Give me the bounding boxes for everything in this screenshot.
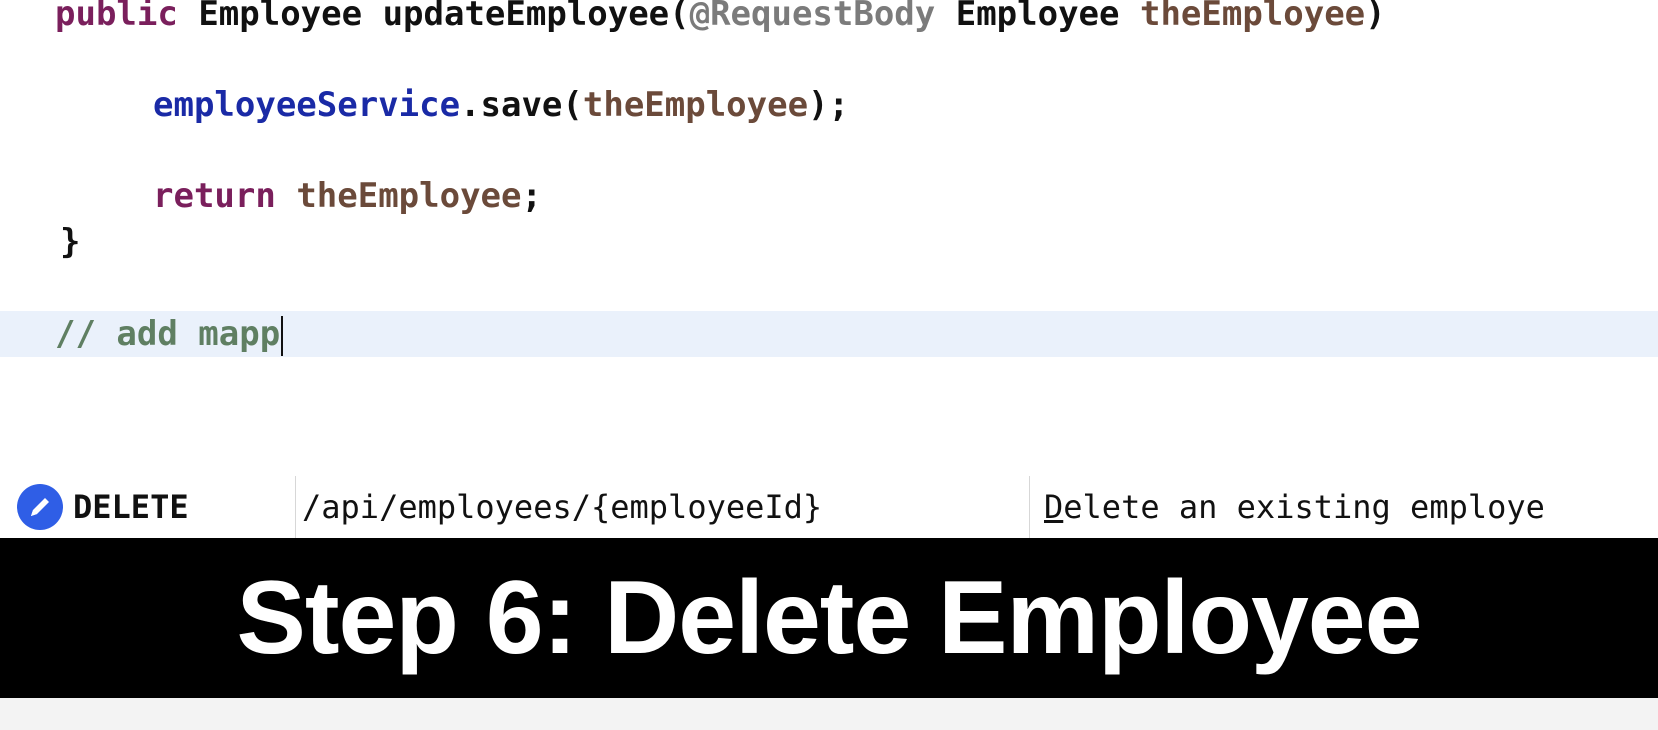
code-line-method-signature: public Employee updateEmployee(@RequestB… [0, 0, 1658, 37]
code-line-return: return theEmployee; [0, 173, 1658, 219]
field-employee-service: employeeService [153, 85, 461, 125]
column-divider [295, 476, 296, 538]
save-arg: theEmployee [582, 85, 809, 125]
keyword-public: public [55, 0, 178, 34]
annotation: @RequestBody [689, 0, 936, 34]
text-caret [281, 315, 284, 356]
code-line-save-call: employeeService.save(theEmployee); [0, 82, 1658, 128]
column-divider [1029, 476, 1030, 538]
http-method: DELETE [73, 488, 189, 526]
endpoint-path: /api/employees/{employeeId} [302, 488, 823, 526]
return-var: theEmployee [296, 176, 522, 216]
save-call: .save( [460, 85, 583, 125]
code-editor[interactable]: public Employee updateEmployee(@RequestB… [0, 0, 1658, 730]
closing-brace: } [60, 222, 81, 262]
code-line-close-brace: } [0, 219, 1658, 265]
statement-end: ); [808, 85, 849, 125]
close-paren: ) [1365, 0, 1386, 34]
caption-banner: Step 6: Delete Employee [0, 538, 1658, 698]
description-mnemonic: D [1044, 488, 1064, 526]
completion-proposal-row[interactable]: DELETE /api/employees/{employeeId} Delet… [0, 476, 1658, 538]
return-type: Employee [198, 0, 363, 34]
statement-end: ; [521, 176, 542, 216]
keyword-return: return [153, 176, 276, 216]
method-name: updateEmployee( [382, 0, 690, 34]
code-line-current[interactable]: // add mapp [0, 311, 1658, 357]
pencil-icon [17, 484, 63, 530]
param-name: theEmployee [1139, 0, 1366, 34]
endpoint-description: Delete an existing employe [1044, 476, 1545, 538]
comment-text: // add mapp [55, 314, 281, 354]
bottom-strip [0, 698, 1658, 730]
param-type: Employee [955, 0, 1120, 34]
caption-text: Step 6: Delete Employee [236, 559, 1423, 676]
description-text: elete an existing employe [1063, 488, 1545, 526]
